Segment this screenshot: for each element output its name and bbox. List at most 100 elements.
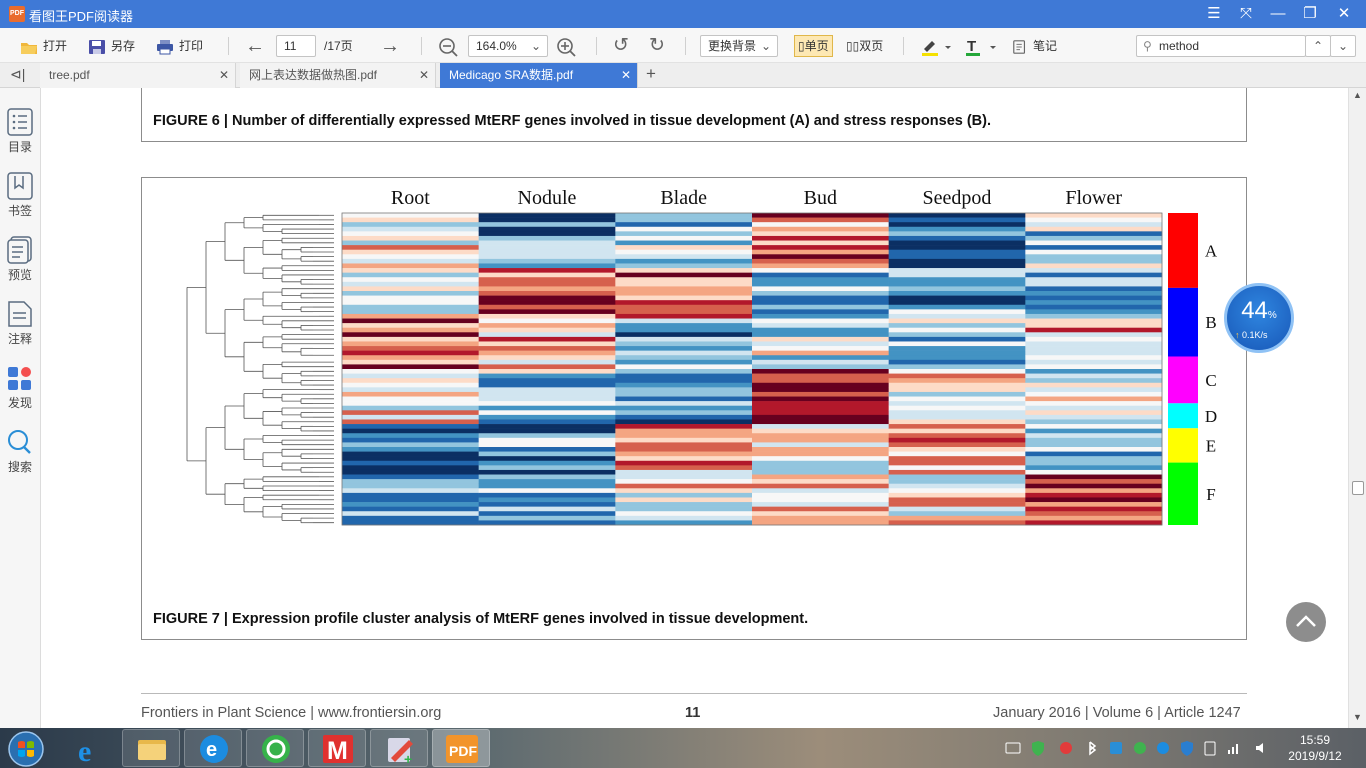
heatmap-cell	[752, 240, 889, 246]
heatmap-cell	[752, 304, 889, 310]
taskbar-browser[interactable]: e	[184, 729, 242, 767]
close-tab-icon[interactable]: ✕	[419, 63, 429, 87]
sidebar-item-preview[interactable]: 预览	[0, 232, 40, 288]
heatmap-cell	[342, 263, 479, 269]
heatmap-cell	[615, 226, 753, 232]
rotate-right-icon[interactable]: ↻	[649, 35, 665, 57]
heatmap-cell	[342, 369, 479, 374]
new-tab-icon[interactable]: +	[646, 64, 656, 84]
print-button[interactable]: 打印	[156, 35, 203, 57]
heatmap-cell	[1025, 428, 1163, 434]
heatmap-cell	[342, 414, 479, 420]
heatmap-cell	[888, 511, 1026, 517]
tab-tree[interactable]: tree.pdf ✕	[40, 63, 236, 88]
heatmap-cell	[342, 405, 479, 411]
highlight-tool[interactable]	[920, 35, 952, 57]
heatmap-cell	[615, 373, 753, 379]
single-page-button[interactable]: ▯单页	[794, 35, 833, 57]
heatmap-cell	[342, 433, 479, 439]
taskbar-editor[interactable]: +	[370, 729, 428, 767]
heatmap-cell	[615, 277, 753, 283]
heatmap-cell	[888, 451, 1026, 457]
search-next-button[interactable]: ⌄	[1330, 35, 1356, 57]
heatmap-cell	[752, 258, 889, 264]
toolbar-divider	[228, 37, 229, 55]
cluster-bar-A	[1168, 213, 1198, 288]
heatmap-cell	[752, 460, 889, 466]
heatmap-cell	[752, 350, 889, 356]
page-number-input[interactable]: 11	[276, 35, 316, 57]
sidebar-item-annotation[interactable]: 注释	[0, 296, 40, 352]
figure6-caption: FIGURE 6 | Number of differentially expr…	[153, 113, 992, 129]
heatmap-cell	[888, 419, 1026, 425]
heatmap-cell	[1025, 396, 1163, 402]
heatmap-cell	[1025, 419, 1163, 425]
start-button[interactable]	[2, 729, 48, 767]
close-tab-icon[interactable]: ✕	[219, 63, 229, 87]
figure7-caption: FIGURE 7 | Expression profile cluster an…	[153, 611, 809, 627]
heatmap-cell	[1025, 235, 1163, 241]
heatmap-cell	[342, 465, 479, 471]
heatmap-cell	[888, 263, 1026, 269]
sidebar-item-toc[interactable]: 目录	[0, 104, 40, 160]
vertical-scrollbar[interactable]: ▲ ▼	[1348, 88, 1366, 728]
heatmap-cell	[342, 437, 479, 443]
heatmap-cell	[342, 240, 479, 246]
taskbar-explorer[interactable]	[122, 729, 180, 767]
heatmap-cell	[888, 313, 1026, 319]
minimize-button[interactable]: —	[1263, 2, 1293, 26]
tab-heatmap[interactable]: 网上表达数据做热图.pdf ✕	[240, 63, 436, 88]
search-input[interactable]: ⚲ method	[1136, 35, 1306, 57]
taskbar-360[interactable]	[246, 729, 304, 767]
column-label: Root	[391, 187, 430, 209]
heatmap-cell	[888, 387, 1026, 393]
taskbar-m-app[interactable]: M	[308, 729, 366, 767]
collapse-sidebar-icon[interactable]: ⊲|	[10, 66, 25, 83]
scroll-up-arrow-icon[interactable]: ▲	[1353, 90, 1362, 100]
tab-medicago[interactable]: Medicago SRA数据.pdf ✕	[440, 63, 638, 88]
background-select[interactable]: 更换背景 ⌄	[700, 35, 778, 57]
zoom-in-icon[interactable]	[556, 35, 576, 57]
heatmap-cell	[478, 469, 616, 475]
sidebar-item-bookmark[interactable]: 书签	[0, 168, 40, 224]
heatmap-cell	[478, 350, 616, 356]
prev-page-arrow-icon[interactable]: ←	[245, 35, 265, 57]
heatmap-cell	[342, 341, 479, 347]
text-color-tool[interactable]: T	[964, 35, 998, 57]
next-page-arrow-icon[interactable]: →	[380, 35, 400, 57]
menu-icon[interactable]: ☰	[1199, 2, 1229, 26]
heatmap-cell	[752, 387, 889, 393]
heatmap-cell	[752, 520, 889, 526]
system-tray[interactable]	[1004, 738, 1274, 758]
net-percent: 44	[1241, 297, 1268, 324]
heatmap-cell	[615, 327, 753, 333]
heatmap-cell	[752, 515, 889, 521]
back-to-top-button[interactable]	[1286, 602, 1326, 642]
close-button[interactable]: ✕	[1329, 2, 1359, 26]
taskbar-ie[interactable]: e	[60, 729, 118, 768]
heatmap-cell	[888, 437, 1026, 443]
network-speed-widget[interactable]: 44% ↑ 0.1K/s	[1224, 283, 1294, 353]
sidebar-item-search[interactable]: 搜索	[0, 424, 40, 480]
column-label: Nodule	[518, 187, 577, 209]
heatmap-cell	[752, 492, 889, 498]
heatmap-cell	[615, 245, 753, 251]
close-tab-icon[interactable]: ✕	[621, 63, 631, 87]
rotate-left-icon[interactable]: ↺	[613, 35, 629, 57]
heatmap-cell	[478, 295, 616, 301]
zoom-select[interactable]: 164.0% ⌄	[468, 35, 548, 57]
open-button[interactable]: 打开	[20, 35, 67, 57]
double-page-button[interactable]: ▯▯双页	[842, 35, 887, 57]
notes-button[interactable]: 笔记	[1012, 35, 1057, 57]
zoom-out-icon[interactable]	[438, 35, 458, 57]
maximize-button[interactable]: ❐	[1295, 2, 1325, 26]
search-prev-button[interactable]: ⌃	[1305, 35, 1331, 57]
taskbar-pdf[interactable]: PDF	[432, 729, 490, 767]
scroll-down-arrow-icon[interactable]: ▼	[1353, 712, 1362, 722]
heatmap-cell	[752, 277, 889, 283]
heatmap-cell	[342, 520, 479, 526]
sidebar-item-discover[interactable]: 发现	[0, 360, 40, 416]
fullscreen-icon[interactable]: ⤧	[1231, 2, 1261, 26]
save-as-button[interactable]: 另存	[88, 35, 135, 57]
scrollbar-thumb[interactable]	[1352, 481, 1364, 495]
